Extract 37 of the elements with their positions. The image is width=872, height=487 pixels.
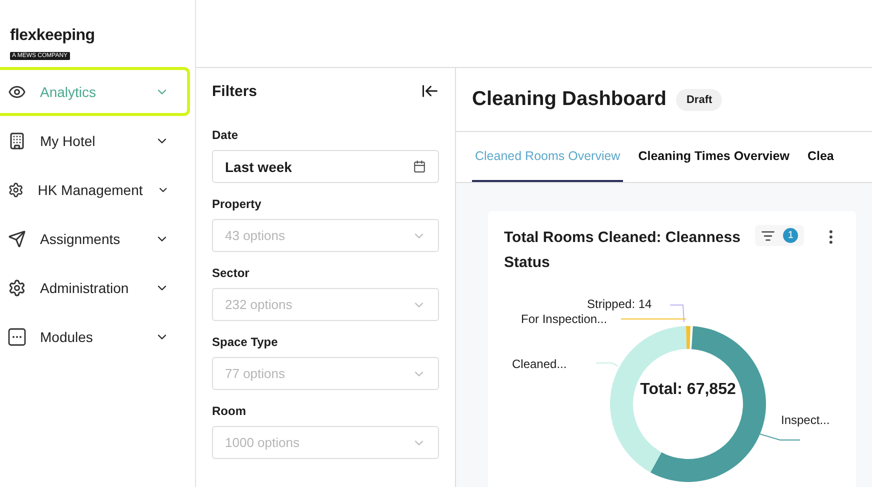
logo-wordmark: flexkeeping	[10, 28, 96, 44]
field-label: Room	[212, 404, 247, 418]
sidebar-item[interactable]: Administration	[0, 263, 190, 312]
collapse-icon[interactable]	[421, 82, 439, 100]
chart-label: Inspect...	[781, 413, 830, 427]
tab[interactable]: Cleaning Times Overview	[635, 132, 792, 182]
sidebar-label: Analytics	[40, 84, 98, 100]
field-label: Date	[212, 128, 240, 142]
tab[interactable]: Clea	[804, 132, 837, 182]
gear-icon	[8, 278, 26, 296]
card-title: Total Rooms Cleaned: Cleanness Status	[504, 228, 742, 273]
chart-label: Cleaned...	[512, 357, 567, 371]
sidebar-label: Administration	[40, 280, 130, 296]
paper-plane-icon	[8, 230, 26, 248]
sidebar-item[interactable]: Modules	[0, 312, 190, 361]
filter-icon	[761, 228, 776, 242]
sidebar-label: Assignments	[40, 230, 122, 246]
more-icon	[8, 328, 26, 346]
filters-title: Filters	[212, 82, 258, 100]
calendar-icon	[413, 160, 426, 173]
field-label: Property	[212, 197, 262, 211]
chart-label: For Inspection...	[521, 312, 608, 326]
building-icon	[8, 132, 26, 150]
sidebar-item[interactable]: Assignments	[0, 214, 190, 263]
field-label: Space Type	[212, 335, 279, 349]
date-field[interactable]: Last week	[212, 150, 439, 183]
sidebar-label: My Hotel	[40, 132, 96, 148]
sidebar-item[interactable]: My Hotel	[0, 116, 190, 165]
dashboard-title: Cleaning Dashboard	[472, 88, 666, 111]
status-badge: Draft	[676, 88, 722, 110]
sidebar-item[interactable]: HK Management	[0, 165, 190, 214]
field-label: Sector	[212, 266, 250, 280]
sidebar-label: Modules	[40, 328, 94, 344]
sidebar-label: HK Management	[38, 182, 143, 198]
chart-label: Stripped: 14	[587, 297, 652, 311]
gear-icon	[8, 180, 24, 198]
chart-total: Total: 67,852	[639, 381, 737, 399]
